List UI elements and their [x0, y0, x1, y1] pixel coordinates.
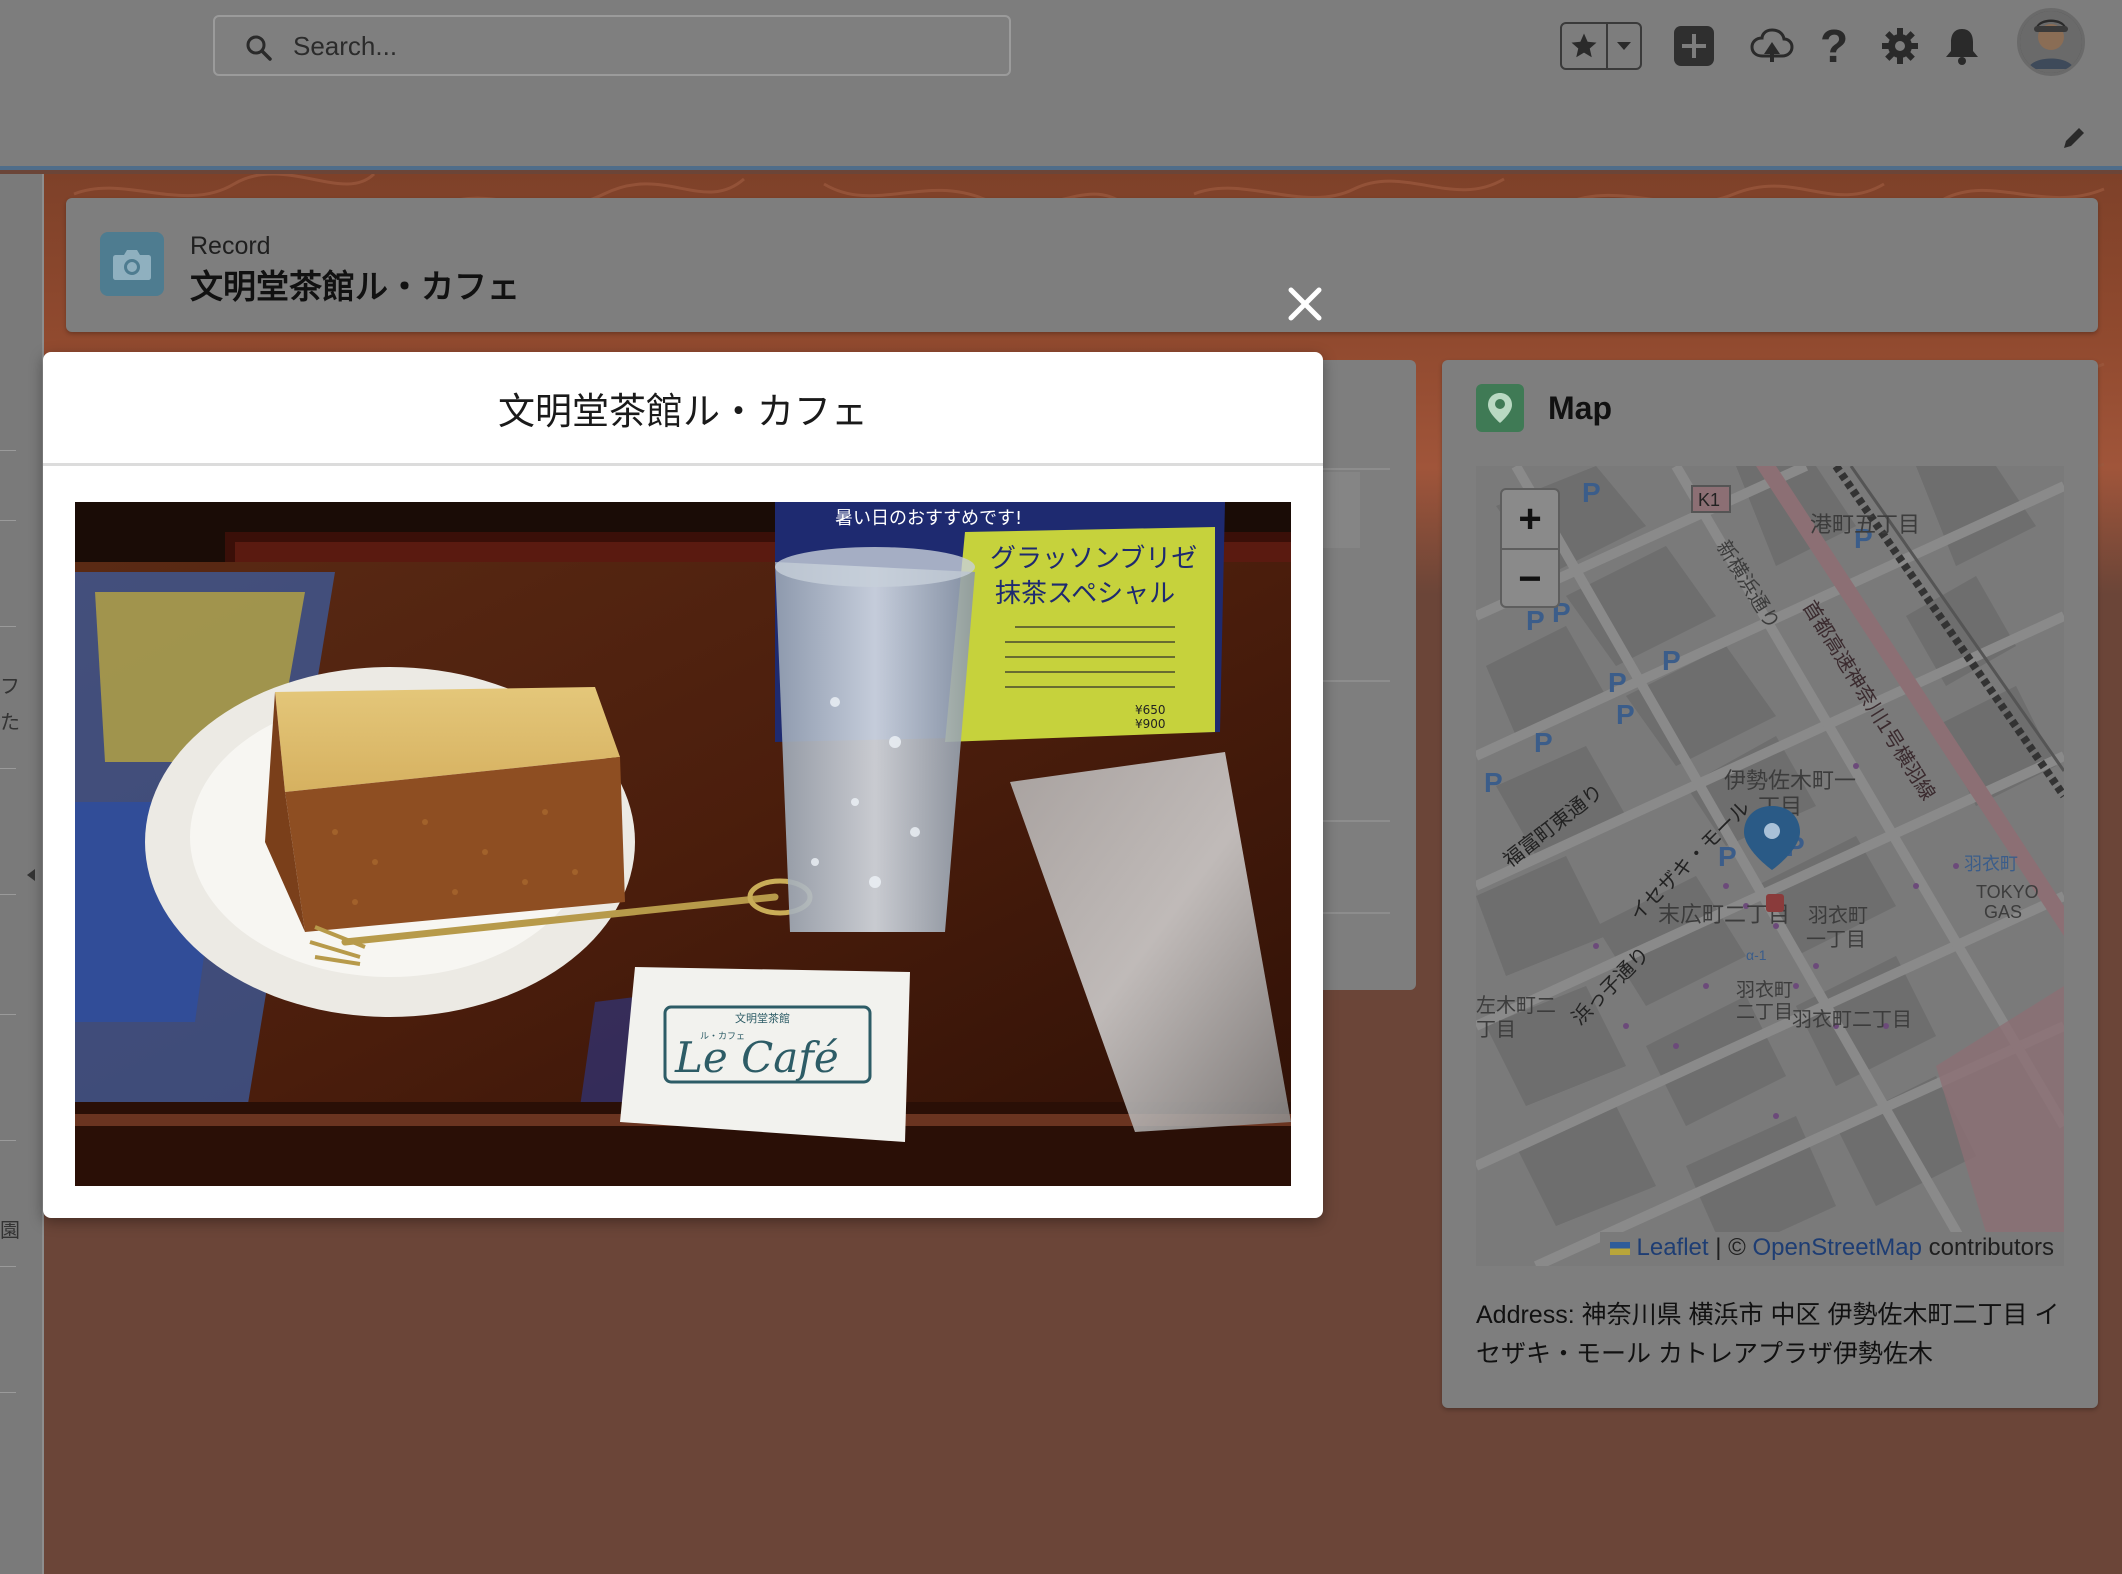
- help-icon[interactable]: ?: [1816, 20, 1852, 72]
- setup-gear-icon[interactable]: [1878, 24, 1922, 68]
- area-label: 二丁目: [1736, 1002, 1793, 1023]
- map-attribution: Leaflet | © OpenStreetMap contributors: [1599, 1232, 2064, 1266]
- collapse-arrow-icon[interactable]: [26, 868, 36, 887]
- area-label: 羽衣町二丁目: [1792, 1008, 1912, 1031]
- cafe-photo-illustration: 暑い日のおすすめです! グラッソンブリゼ 抹茶スペシャル ¥650 ¥900 文…: [75, 502, 1291, 1186]
- left-utility-strip: フ た 園: [0, 174, 44, 1574]
- global-header: ?: [0, 0, 2122, 170]
- parking-label: P: [1534, 727, 1553, 758]
- address-text: Address: 神奈川県 横浜市 中区 伊勢佐木町二丁目 イセザキ・モール カ…: [1476, 1301, 2060, 1368]
- company-label: GAS: [1984, 902, 2022, 922]
- record-photo: 暑い日のおすすめです! グラッソンブリゼ 抹茶スペシャル ¥650 ¥900 文…: [75, 502, 1291, 1186]
- strip-divider: [0, 1392, 16, 1393]
- map-pin-icon: [1476, 384, 1524, 432]
- card-small-text: 文明堂茶館: [735, 1011, 790, 1025]
- global-actions-plus-icon[interactable]: [1672, 24, 1716, 68]
- parking-label: P: [1608, 667, 1627, 698]
- sign-title-2: 抹茶スペシャル: [995, 579, 1175, 609]
- sign-price-2: ¥900: [1135, 717, 1166, 731]
- leaflet-link[interactable]: Leaflet: [1637, 1234, 1709, 1261]
- strip-divider: [0, 1140, 16, 1141]
- favorites-dropdown-icon[interactable]: [1608, 24, 1640, 68]
- edit-nav-pencil-icon[interactable]: [2060, 124, 2088, 157]
- strip-text: た: [0, 712, 20, 734]
- favorites-button-group: [1560, 22, 1642, 70]
- strip-divider: [0, 1266, 16, 1267]
- openstreetmap-link[interactable]: OpenStreetMap: [1753, 1234, 1922, 1261]
- strip-text: フ: [0, 676, 20, 698]
- area-label: 伊勢佐木町一: [1724, 768, 1856, 793]
- record-title: 文明堂茶館ル・カフェ: [190, 268, 520, 305]
- attribution-suffix: contributors: [1928, 1234, 2054, 1261]
- sign-title-1: グラッソンブリゼ: [990, 544, 1197, 574]
- favorites-star-icon[interactable]: [1562, 24, 1608, 68]
- trailhead-icon[interactable]: [1748, 24, 1796, 68]
- strip-divider: [0, 1014, 16, 1015]
- area-label: 羽衣町: [1808, 904, 1868, 927]
- record-header-card: Record 文明堂茶館ル・カフェ: [66, 198, 2098, 332]
- zoom-out-button[interactable]: −: [1502, 550, 1558, 608]
- parking-label: P: [1526, 605, 1545, 636]
- strip-divider: [0, 626, 16, 627]
- record-type-label: Record: [190, 232, 271, 260]
- ukraine-flag-icon: [1609, 1242, 1630, 1256]
- search-input[interactable]: [291, 23, 985, 69]
- image-preview-modal: 文明堂茶館ル・カフェ 暑い日のおすすめです! グラッソンブリゼ 抹茶スペシャル …: [43, 352, 1323, 1218]
- parking-label: P: [1484, 767, 1503, 798]
- parking-label: P: [1582, 477, 1601, 508]
- parking-label: P: [1616, 699, 1635, 730]
- sign-header-text: 暑い日のおすすめです!: [835, 508, 1022, 529]
- area-label: 丁目: [1476, 1019, 1516, 1041]
- map-card-title: Map: [1548, 390, 1612, 426]
- area-label: 左木町二: [1476, 994, 1556, 1017]
- strip-divider: [0, 768, 16, 769]
- sign-price-1: ¥650: [1135, 703, 1166, 717]
- search-icon: [245, 34, 273, 67]
- card-main-text: Le Café: [674, 1033, 839, 1082]
- map-tiles[interactable]: P P P P P P P P P P P K1 港町五丁目 新横浜通り 首都高…: [1476, 466, 2064, 1266]
- map-view[interactable]: P P P P P P P P P P P K1 港町五丁目 新横浜通り 首都高…: [1476, 466, 2064, 1266]
- area-label: 一丁目: [1806, 929, 1866, 951]
- map-zoom-control: + −: [1500, 488, 1560, 608]
- close-icon[interactable]: [1283, 282, 1327, 326]
- zoom-in-button[interactable]: +: [1502, 490, 1558, 550]
- user-avatar[interactable]: [2017, 8, 2085, 76]
- area-label: 港町五丁目: [1810, 512, 1920, 537]
- notifications-bell-icon[interactable]: [1942, 24, 1982, 68]
- strip-text: 園: [0, 1220, 20, 1242]
- strip-divider: [0, 520, 16, 521]
- route-shield-label: K1: [1698, 490, 1720, 510]
- attribution-separator: | ©: [1715, 1234, 1746, 1261]
- area-label: 羽衣町: [1736, 979, 1793, 1001]
- strip-divider: [0, 450, 16, 451]
- modal-header: 文明堂茶館ル・カフェ: [43, 352, 1323, 466]
- bus-stop-label: α-1: [1746, 947, 1767, 963]
- company-label: TOKYO: [1976, 882, 2039, 902]
- global-search-box[interactable]: [213, 15, 1011, 76]
- map-card: Map P P P P P P P P P P P K1 港町五丁目 新横浜通り…: [1442, 360, 2098, 1408]
- camera-icon: [100, 232, 164, 296]
- modal-title: 文明堂茶館ル・カフェ: [498, 390, 868, 432]
- parking-label: P: [1662, 645, 1681, 676]
- station-label: 羽衣町: [1964, 854, 2018, 874]
- strip-divider: [0, 894, 16, 895]
